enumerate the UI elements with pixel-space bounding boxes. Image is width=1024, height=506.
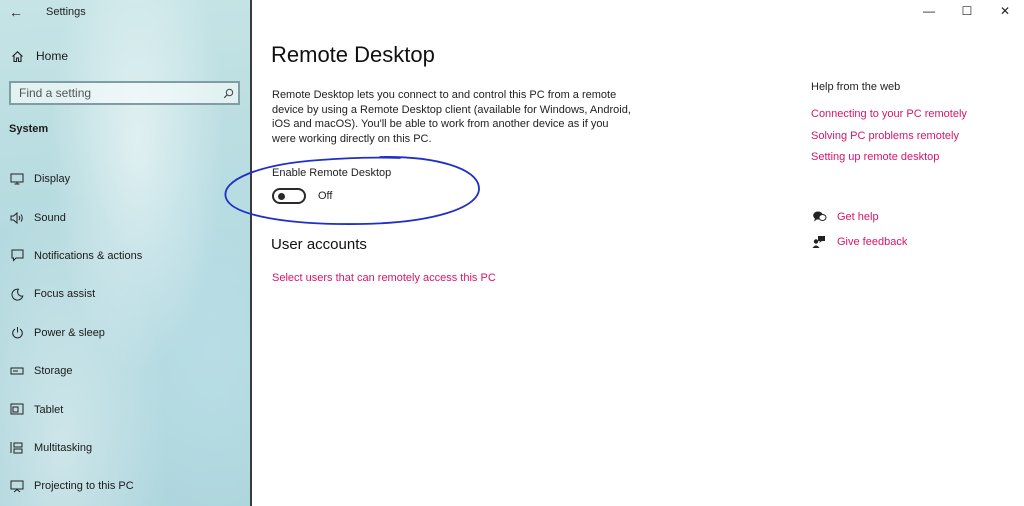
- help-link-setting-up[interactable]: Setting up remote desktop: [811, 151, 967, 173]
- help-link-solving[interactable]: Solving PC problems remotely: [811, 130, 967, 152]
- sidebar-item-notifications[interactable]: Notifications & actions: [0, 237, 250, 275]
- titlebar: ← Settings: [0, 0, 252, 24]
- sidebar-item-sound[interactable]: Sound: [0, 198, 250, 236]
- sidebar-item-label: Storage: [34, 365, 73, 378]
- sound-icon: [9, 211, 25, 224]
- notifications-icon: [9, 249, 25, 263]
- storage-icon: [9, 366, 25, 376]
- sidebar-item-storage[interactable]: Storage: [0, 352, 250, 390]
- get-help-row[interactable]: Get help: [811, 204, 907, 229]
- window-controls: — ☐ ✕: [910, 0, 1024, 22]
- sidebar-item-home[interactable]: Home: [0, 44, 250, 68]
- tablet-icon: [9, 403, 25, 416]
- get-help-link[interactable]: Get help: [837, 211, 879, 223]
- app-title: Settings: [46, 6, 86, 18]
- page-title: Remote Desktop: [271, 42, 435, 67]
- toggle-knob: [278, 193, 285, 200]
- main-content: — ☐ ✕ Remote Desktop Remote Desktop lets…: [252, 0, 1024, 506]
- sidebar-item-label: Focus assist: [34, 288, 96, 301]
- give-feedback-row[interactable]: Give feedback: [811, 229, 907, 254]
- close-button[interactable]: ✕: [986, 0, 1024, 22]
- toggle-state-text: Off: [318, 190, 333, 202]
- help-actions: Get help Give feedback: [811, 204, 907, 254]
- power-icon: [9, 326, 25, 339]
- maximize-button[interactable]: ☐: [948, 0, 986, 22]
- feedback-icon: [811, 235, 827, 249]
- projecting-icon: [9, 480, 25, 493]
- sidebar-item-display[interactable]: Display: [0, 160, 250, 198]
- minimize-icon: —: [923, 4, 935, 18]
- help-links: Connecting to your PC remotely Solving P…: [811, 108, 967, 173]
- chat-help-icon: [811, 210, 827, 223]
- toggle-row: Off: [272, 188, 332, 204]
- back-button[interactable]: ←: [0, 0, 32, 24]
- multitasking-icon: [9, 441, 25, 454]
- help-title: Help from the web: [811, 81, 901, 93]
- display-icon: [9, 173, 25, 185]
- minimize-button[interactable]: —: [910, 0, 948, 22]
- maximize-icon: ☐: [961, 4, 973, 18]
- sidebar-item-multitasking[interactable]: Multitasking: [0, 429, 250, 467]
- focus-assist-icon: [9, 288, 25, 301]
- sidebar-item-label: Notifications & actions: [34, 249, 143, 262]
- search-box[interactable]: [9, 81, 240, 105]
- enable-remote-desktop-toggle[interactable]: [272, 188, 306, 204]
- search-input[interactable]: [11, 82, 218, 104]
- sidebar-item-projecting[interactable]: Projecting to this PC: [0, 467, 250, 505]
- select-users-link[interactable]: Select users that can remotely access th…: [272, 272, 496, 284]
- sidebar-item-label: Tablet: [34, 403, 64, 416]
- close-icon: ✕: [999, 4, 1011, 18]
- sidebar-item-tablet[interactable]: Tablet: [0, 390, 250, 428]
- sidebar: ← Settings Home System Display Sound: [0, 0, 252, 506]
- sidebar-item-power[interactable]: Power & sleep: [0, 314, 250, 352]
- sidebar-item-focus-assist[interactable]: Focus assist: [0, 275, 250, 313]
- sidebar-item-label: Multitasking: [34, 441, 93, 454]
- sidebar-item-label: Power & sleep: [34, 326, 105, 339]
- page-description: Remote Desktop lets you connect to and c…: [272, 89, 631, 145]
- section-title: System: [9, 123, 49, 135]
- sidebar-item-label: Projecting to this PC: [34, 480, 134, 493]
- home-icon: [10, 50, 24, 63]
- search-icon: [218, 88, 238, 99]
- give-feedback-link[interactable]: Give feedback: [837, 236, 907, 248]
- sidebar-nav: Display Sound Notifications & actions Fo…: [0, 160, 250, 506]
- sidebar-item-label: Sound: [34, 211, 66, 224]
- help-link-connecting[interactable]: Connecting to your PC remotely: [811, 108, 967, 130]
- home-label: Home: [36, 49, 69, 63]
- back-arrow-icon: ←: [9, 4, 23, 20]
- toggle-label: Enable Remote Desktop: [272, 167, 392, 179]
- user-accounts-heading: User accounts: [271, 236, 367, 253]
- sidebar-item-label: Display: [34, 173, 71, 186]
